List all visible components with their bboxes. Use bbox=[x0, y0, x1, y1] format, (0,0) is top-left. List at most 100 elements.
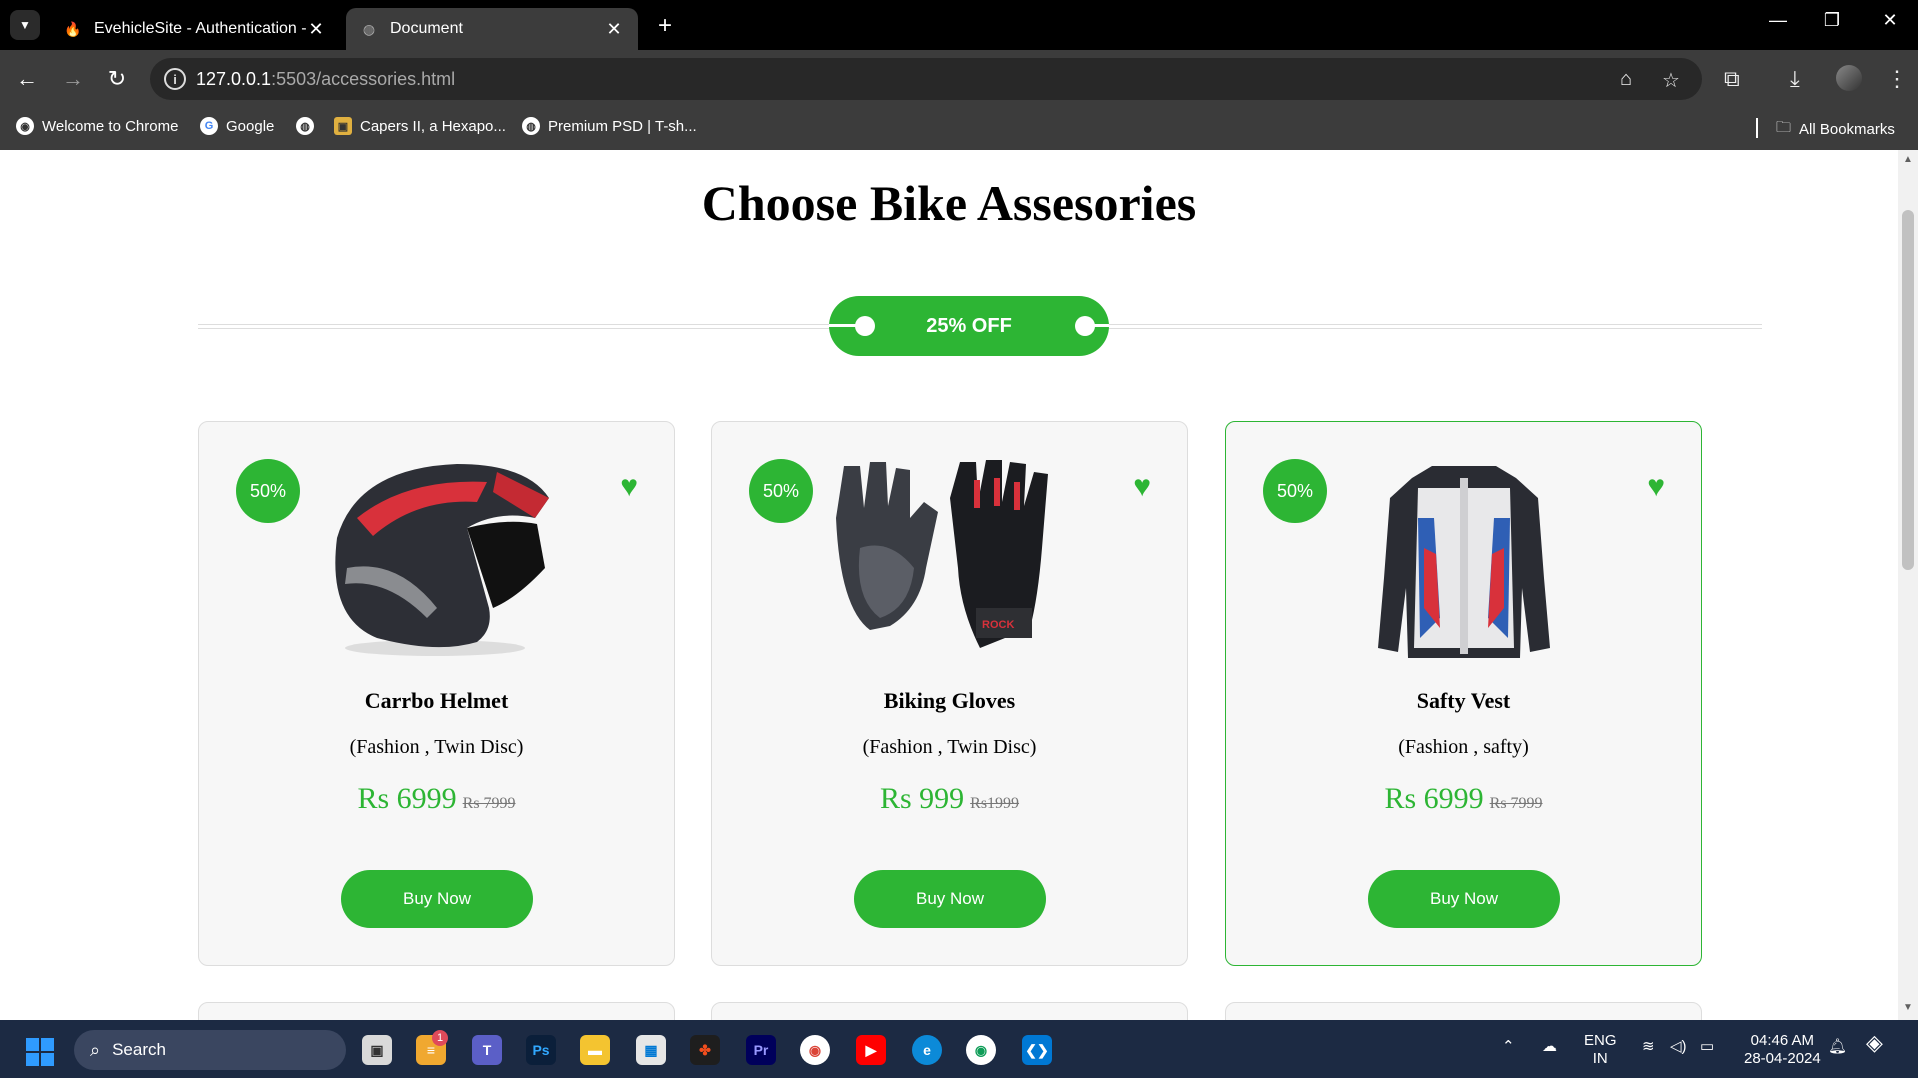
bookmark-capers[interactable]: ▣ Capers II, a Hexapo... bbox=[334, 117, 506, 135]
dot-icon bbox=[855, 316, 875, 336]
heart-icon[interactable]: ♥ bbox=[1647, 472, 1665, 502]
helmet-image bbox=[335, 464, 549, 656]
product-card[interactable] bbox=[1225, 1002, 1702, 1020]
figma-icon[interactable]: ✤ bbox=[690, 1035, 720, 1065]
edge-icon[interactable]: e bbox=[912, 1035, 942, 1065]
taskbar-search[interactable]: ⌕ Search bbox=[74, 1030, 346, 1070]
discount-badge: 50% bbox=[236, 459, 300, 523]
volume-icon[interactable]: ◁) bbox=[1670, 1038, 1687, 1056]
language-indicator[interactable]: ENG IN bbox=[1584, 1032, 1617, 1068]
discount-badge: 50% bbox=[749, 459, 813, 523]
image-icon: ▣ bbox=[334, 117, 352, 135]
taskbar: ⌕ Search ▣ ≡ 1 T Ps ▬ ▦ ✤ Pr ◉ ▶ e ◉ ❮❯ … bbox=[0, 1020, 1918, 1078]
minimize-button[interactable]: — bbox=[1758, 10, 1798, 31]
teams-icon[interactable]: T bbox=[472, 1035, 502, 1065]
tab-title: EvehicleSite - Authentication - F bbox=[94, 20, 306, 37]
globe-icon: ◍ bbox=[522, 117, 540, 135]
profile-avatar[interactable] bbox=[1836, 65, 1862, 91]
premiere-icon[interactable]: Pr bbox=[746, 1035, 776, 1065]
product-description: (Fashion , Twin Disc) bbox=[349, 736, 524, 758]
product-description: (Fashion , safty) bbox=[1398, 736, 1529, 758]
menu-icon[interactable]: ⋮ bbox=[1886, 66, 1908, 92]
product-description: (Fashion , Twin Disc) bbox=[862, 736, 1037, 758]
product-name: Safty Vest bbox=[1416, 688, 1511, 713]
bookmark-google[interactable]: G Google bbox=[200, 117, 274, 135]
old-price: Rs 7999 bbox=[462, 795, 516, 812]
svg-text:ROCK: ROCK bbox=[982, 619, 1014, 631]
chrome-profile-icon[interactable]: ◉ bbox=[966, 1035, 996, 1065]
photoshop-icon[interactable]: Ps bbox=[526, 1035, 556, 1065]
site-info-icon[interactable]: i bbox=[164, 68, 186, 90]
product-price: Rs 999 Rs1999 bbox=[712, 782, 1187, 816]
battery-icon[interactable]: ▭ bbox=[1700, 1038, 1714, 1056]
buy-now-button[interactable]: Buy Now bbox=[1368, 870, 1560, 928]
show-hidden-icons[interactable]: ⌃ bbox=[1502, 1038, 1515, 1056]
heart-icon[interactable]: ♥ bbox=[620, 472, 638, 502]
product-price: Rs 6999 Rs 7999 bbox=[1226, 782, 1701, 816]
browser-toolbar: ← → ↻ i 127.0.0.1:5503/accessories.html … bbox=[0, 50, 1918, 108]
vscode-icon[interactable]: ❮❯ bbox=[1022, 1035, 1052, 1065]
bookmarks-bar: ◉ Welcome to Chrome G Google ◍ ▣ Capers II,… bbox=[0, 108, 1918, 150]
product-card[interactable]: 50% ♥ ROCK Biking Gloves (Fashion , Twin… bbox=[711, 421, 1188, 966]
bookmark-welcome[interactable]: ◉ Welcome to Chrome bbox=[16, 117, 178, 135]
search-icon: ⌕ bbox=[90, 1039, 101, 1060]
reload-button[interactable]: ↻ bbox=[102, 66, 132, 92]
close-icon[interactable]: ✕ bbox=[604, 19, 624, 40]
download-icon[interactable]: ⤓ bbox=[1790, 66, 1800, 92]
product-card[interactable]: 50% ♥ Safty Vest (Fashion , safty) Rs 69… bbox=[1225, 421, 1702, 966]
scroll-up-icon[interactable]: ▲ bbox=[1903, 154, 1913, 165]
product-price: Rs 6999 Rs 7999 bbox=[199, 782, 674, 816]
page-content: Choose Bike Assesories 25% OFF 50% ♥ Car… bbox=[0, 150, 1898, 1020]
product-card[interactable] bbox=[711, 1002, 1188, 1020]
divider bbox=[1089, 324, 1109, 327]
bookmark-star-icon[interactable]: ☆ bbox=[1662, 68, 1680, 93]
copilot-icon[interactable]: ◈ bbox=[1866, 1032, 1883, 1054]
url-text[interactable]: 127.0.0.1:5503/accessories.html bbox=[196, 69, 455, 90]
old-price: Rs1999 bbox=[970, 795, 1020, 812]
window-close-button[interactable]: ✕ bbox=[1870, 10, 1910, 31]
current-price: Rs 999 bbox=[879, 782, 965, 815]
tab-search-button[interactable]: ▼ bbox=[10, 10, 40, 40]
heart-icon[interactable]: ♥ bbox=[1133, 472, 1151, 502]
close-icon[interactable]: ✕ bbox=[306, 19, 326, 40]
notification-bell-icon[interactable]: 🔔︎ bbox=[1828, 1038, 1847, 1056]
folder-icon: 🗀 bbox=[1776, 119, 1792, 136]
file-explorer-icon[interactable]: ▬ bbox=[580, 1035, 610, 1065]
buy-now-button[interactable]: Buy Now bbox=[341, 870, 533, 928]
product-name: Carrbo Helmet bbox=[364, 688, 509, 713]
clock[interactable]: 04:46 AM 28-04-2024 bbox=[1744, 1032, 1821, 1068]
onedrive-icon[interactable]: ☁ bbox=[1542, 1038, 1557, 1056]
extensions-icon[interactable]: ⧉ bbox=[1724, 66, 1740, 92]
translate-icon[interactable]: ⌂ bbox=[1620, 68, 1632, 91]
restore-button[interactable]: ❐ bbox=[1812, 10, 1852, 31]
back-button[interactable]: ← bbox=[12, 66, 42, 92]
bookmark-globe[interactable]: ◍ bbox=[296, 117, 322, 135]
google-icon: G bbox=[200, 117, 218, 135]
gloves-image: ROCK bbox=[836, 460, 1048, 648]
product-card[interactable] bbox=[198, 1002, 675, 1020]
wifi-icon[interactable]: ≋ bbox=[1642, 1038, 1655, 1056]
new-tab-button[interactable]: + bbox=[652, 12, 678, 40]
tab-bar: ▼ 🔥 EvehicleSite - Authentication - F ✕ … bbox=[0, 0, 1918, 50]
tab-evehiclesite[interactable]: 🔥 EvehicleSite - Authentication - F ✕ bbox=[50, 8, 340, 50]
chevron-down-icon: ▼ bbox=[19, 18, 31, 32]
scroll-down-icon[interactable]: ▼ bbox=[1903, 1002, 1913, 1013]
buy-now-button[interactable]: Buy Now bbox=[854, 870, 1046, 928]
windows-start-icon[interactable] bbox=[26, 1038, 54, 1066]
bookmark-premium-psd[interactable]: ◍ Premium PSD | T-sh... bbox=[522, 117, 697, 135]
all-bookmarks-button[interactable]: 🗀 All Bookmarks bbox=[1776, 117, 1895, 142]
scroll-thumb[interactable] bbox=[1902, 210, 1914, 570]
scrollbar[interactable]: ▲ ▼ bbox=[1898, 150, 1918, 1020]
old-price: Rs 7999 bbox=[1489, 795, 1543, 812]
youtube-icon[interactable]: ▶ bbox=[856, 1035, 886, 1065]
firebase-icon: 🔥 bbox=[64, 20, 82, 37]
product-card[interactable]: 50% ♥ Carrbo Helmet (Fashion , Twin Disc… bbox=[198, 421, 675, 966]
current-price: Rs 6999 bbox=[1384, 782, 1484, 815]
address-bar[interactable]: i 127.0.0.1:5503/accessories.html ⌂ ☆ bbox=[150, 58, 1702, 100]
chrome-icon[interactable]: ◉ bbox=[800, 1035, 830, 1065]
ms-store-icon[interactable]: ▦ bbox=[636, 1035, 666, 1065]
discount-badge: 50% bbox=[1263, 459, 1327, 523]
forward-button[interactable]: → bbox=[58, 66, 88, 92]
tab-document[interactable]: ◍ Document ✕ bbox=[346, 8, 638, 50]
task-view-icon[interactable]: ▣ bbox=[362, 1035, 392, 1065]
